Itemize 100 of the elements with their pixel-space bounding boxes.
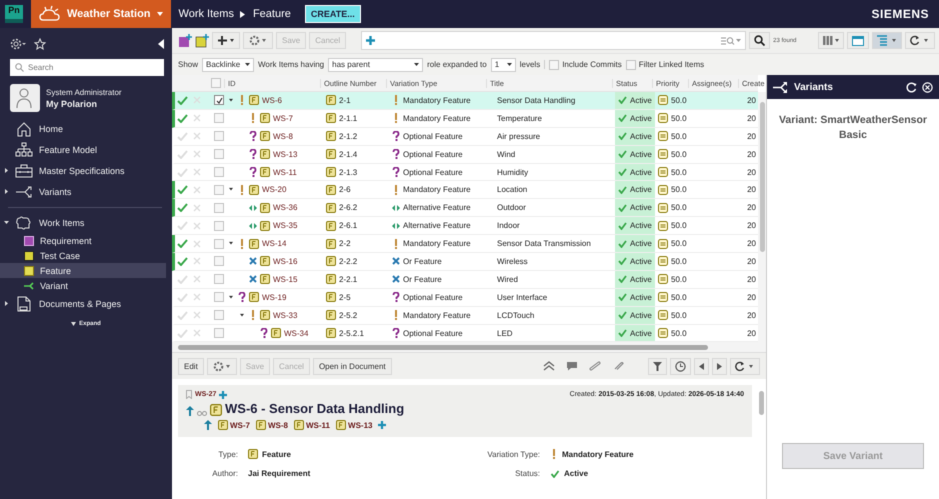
double-chevron-up-icon[interactable]	[543, 361, 555, 372]
plus-icon[interactable]	[219, 390, 228, 399]
table-row[interactable]: WS-36 2-6.2 Alternative Feature Outdoor Active 50.0 20	[172, 199, 758, 218]
close-icon[interactable]	[922, 82, 933, 92]
nav-item[interactable]: Variant	[0, 278, 166, 293]
check-icon[interactable]	[177, 256, 188, 266]
expander-icon[interactable]	[229, 98, 235, 103]
new-item-icon[interactable]	[178, 34, 192, 48]
collapse-sidebar-icon[interactable]	[158, 39, 164, 49]
up-arrow-icon[interactable]	[204, 420, 212, 430]
item-id-link[interactable]: WS-8	[273, 132, 293, 141]
item-id-link[interactable]: WS-34	[284, 328, 308, 338]
row-checkbox[interactable]	[214, 131, 224, 142]
child-item-link[interactable]: WS-7	[230, 420, 250, 430]
up-arrow-icon[interactable]	[186, 406, 194, 416]
item-id-link[interactable]: WS-14	[262, 239, 286, 248]
search-field[interactable]: Search	[10, 59, 164, 76]
table-row[interactable]: WS-8 2-1.2 Optional Feature Air pressure Active 50.0 20	[172, 128, 758, 146]
item-id-link[interactable]: WS-11	[273, 168, 297, 176]
nav-item[interactable]: Requirement	[0, 233, 166, 248]
expander-icon[interactable]	[240, 312, 246, 318]
check-icon[interactable]	[177, 96, 188, 105]
breadcrumb-link[interactable]: Work Items	[178, 8, 234, 20]
star-icon[interactable]	[34, 38, 46, 50]
new-test-icon[interactable]	[195, 34, 209, 48]
table-row[interactable]: WS-33 2-5.2 Mandatory Feature LCDTouch Active 50.0 20	[172, 306, 758, 325]
expander-icon[interactable]	[229, 241, 235, 246]
filter-checkbox[interactable]: Filter Linked Items	[626, 60, 704, 70]
next-button[interactable]	[712, 358, 727, 375]
plus-icon[interactable]	[378, 421, 386, 430]
comment-icon[interactable]	[566, 361, 578, 372]
row-checkbox[interactable]	[214, 149, 224, 160]
item-id-link[interactable]: WS-6	[262, 96, 282, 105]
row-checkbox[interactable]	[214, 238, 224, 249]
expander-icon[interactable]	[4, 301, 9, 306]
nav-item[interactable]: Home	[0, 118, 166, 139]
previous-button[interactable]	[694, 358, 709, 375]
row-checkbox[interactable]	[214, 310, 224, 320]
child-item-link[interactable]: WS-13	[348, 420, 372, 430]
row-checkbox[interactable]	[214, 328, 224, 338]
row-checkbox[interactable]	[214, 113, 224, 124]
expander-icon[interactable]	[4, 189, 9, 194]
row-checkbox[interactable]	[214, 220, 224, 231]
show-select[interactable]: Backlinke	[202, 58, 254, 72]
table-row[interactable]: WS-20 2-6 Mandatory Feature Location Active 50.0 20	[172, 181, 758, 200]
select-all-checkbox[interactable]	[211, 78, 221, 88]
detail-toolbar-button[interactable]: Open in Document	[312, 358, 392, 375]
expander-icon[interactable]	[229, 294, 235, 300]
settings-icon[interactable]	[10, 37, 26, 51]
table-row[interactable]: WS-19 2-5 Optional Feature User Interface Active 50.0 20	[172, 288, 758, 307]
item-id-link[interactable]: WS-15	[273, 274, 298, 284]
nav-item[interactable]: Feature	[0, 263, 166, 278]
check-icon[interactable]	[177, 203, 188, 212]
item-id-link[interactable]: WS-33	[273, 310, 298, 320]
check-icon[interactable]	[177, 239, 188, 248]
add-menu-button[interactable]	[212, 32, 240, 49]
child-item-link[interactable]: WS-11	[306, 420, 330, 430]
table-row[interactable]: WS-11 2-1.3 Optional Feature Humidity Active 50.0 20	[172, 164, 758, 182]
check-icon[interactable]	[177, 185, 188, 194]
nav-item[interactable]: Documents & Pages	[0, 293, 166, 314]
item-id-link[interactable]: WS-19	[262, 292, 286, 302]
expander-icon[interactable]	[4, 220, 9, 225]
filter-checkbox[interactable]: Include Commits	[549, 60, 622, 70]
item-id-link[interactable]: WS-16	[273, 256, 298, 266]
table-row[interactable]: WS-35 2-6.1 Alternative Feature Indoor Active 50.0 20	[172, 217, 758, 236]
row-checkbox[interactable]	[214, 202, 224, 213]
settings-menu-button[interactable]	[206, 358, 237, 375]
link-icon[interactable]	[589, 361, 601, 372]
detail-toolbar-button[interactable]: Edit	[178, 358, 204, 375]
app-logo[interactable]: Pn	[5, 5, 23, 23]
row-checkbox[interactable]	[214, 292, 224, 302]
expander-icon[interactable]	[229, 187, 235, 192]
expander-icon[interactable]	[4, 168, 9, 173]
refresh-button[interactable]	[730, 358, 760, 375]
item-id-link[interactable]: WS-36	[273, 203, 298, 212]
refresh-icon[interactable]	[906, 82, 917, 92]
child-item-link[interactable]: WS-8	[268, 420, 288, 430]
horizontal-scrollbar[interactable]	[172, 342, 766, 352]
vertical-scrollbar[interactable]	[758, 92, 766, 342]
table-row[interactable]: WS-13 2-1.4 Optional Feature Wind Active 50.0 20	[172, 146, 758, 164]
search-button[interactable]	[749, 32, 770, 49]
user-avatar[interactable]	[10, 84, 40, 112]
columns-button[interactable]	[818, 32, 844, 49]
role-select[interactable]: has parent	[328, 58, 424, 72]
nav-item[interactable]: Master Specifications	[0, 160, 166, 181]
row-checkbox[interactable]	[214, 256, 224, 266]
project-menu[interactable]: Weather Station	[31, 0, 171, 28]
filter-button[interactable]	[648, 358, 667, 375]
item-id-link[interactable]: WS-35	[273, 221, 298, 230]
check-icon[interactable]	[177, 114, 188, 123]
item-id-link[interactable]: WS-13	[273, 150, 298, 159]
table-row[interactable]: WS-7 2-1.1 Mandatory Feature Temperature Active 50.0 20	[172, 110, 758, 128]
settings-menu-button[interactable]	[243, 32, 273, 49]
nav-item[interactable]: Variants	[0, 181, 166, 202]
levels-select[interactable]: 1	[490, 58, 516, 72]
history-button[interactable]	[670, 358, 691, 375]
row-checkbox[interactable]	[214, 274, 224, 284]
item-id-link[interactable]: WS-20	[262, 185, 286, 194]
row-checkbox[interactable]	[214, 167, 224, 177]
query-field[interactable]	[361, 31, 746, 50]
